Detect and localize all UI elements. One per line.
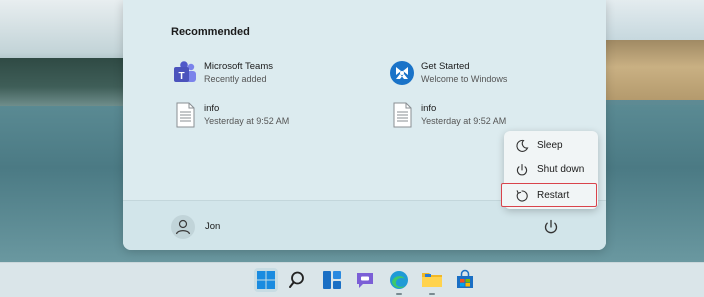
- recommended-item-info[interactable]: info Yesterday at 9:52 AM: [171, 101, 381, 135]
- recommended-item-subtitle: Recently added: [204, 74, 267, 84]
- shut-down-label: Shut down: [537, 164, 585, 175]
- edge-running-indicator: [396, 293, 402, 295]
- start-menu: Recommended T Microsoft Teams Recently a…: [123, 0, 606, 250]
- file-explorer-icon[interactable]: [420, 268, 444, 292]
- power-options-menu: Sleep Shut down Restart: [501, 131, 598, 209]
- taskbar: [0, 262, 704, 297]
- file-explorer-running-indicator: [429, 293, 435, 295]
- power-icon: [515, 163, 529, 177]
- teams-chat-icon[interactable]: [353, 268, 377, 292]
- shut-down-menu-item[interactable]: Shut down: [504, 158, 598, 182]
- recommended-item-subtitle: Yesterday at 9:52 AM: [204, 116, 290, 126]
- power-button[interactable]: [541, 217, 561, 237]
- user-icon: [171, 215, 195, 239]
- svg-text:T: T: [178, 71, 184, 82]
- recommended-item-get-started[interactable]: Get Started Welcome to Windows: [388, 59, 598, 93]
- document-icon: [171, 101, 199, 129]
- restart-label: Restart: [537, 190, 570, 201]
- restart-icon: [515, 189, 529, 203]
- sleep-menu-item[interactable]: Sleep: [504, 134, 598, 158]
- get-started-icon: [388, 59, 416, 87]
- recommended-item-subtitle: Yesterday at 9:52 AM: [421, 116, 507, 126]
- moon-icon: [515, 139, 529, 153]
- recommended-heading: Recommended: [171, 26, 250, 38]
- wallpaper-shore-left: [0, 58, 140, 106]
- edge-icon[interactable]: [387, 268, 411, 292]
- recommended-item-info[interactable]: info Yesterday at 9:52 AM: [388, 101, 598, 135]
- user-name: Jon: [205, 221, 221, 232]
- widgets-icon[interactable]: [320, 268, 344, 292]
- restart-menu-item[interactable]: Restart: [501, 183, 597, 207]
- recommended-item-subtitle: Welcome to Windows: [421, 74, 508, 84]
- recommended-item-name: info: [421, 103, 437, 114]
- power-icon: [544, 219, 558, 234]
- recommended-item-microsoft-teams[interactable]: T Microsoft Teams Recently added: [171, 59, 381, 93]
- teams-icon: T: [171, 59, 199, 87]
- microsoft-store-icon[interactable]: [453, 268, 477, 292]
- windows-start-icon[interactable]: [254, 268, 278, 292]
- recommended-item-name: info: [204, 103, 220, 114]
- recommended-item-name: Get Started: [421, 61, 470, 72]
- recommended-item-name: Microsoft Teams: [204, 61, 273, 72]
- search-icon[interactable]: [287, 268, 311, 292]
- document-icon: [388, 101, 416, 129]
- wallpaper-shore-right: [600, 40, 704, 100]
- sleep-label: Sleep: [537, 140, 563, 151]
